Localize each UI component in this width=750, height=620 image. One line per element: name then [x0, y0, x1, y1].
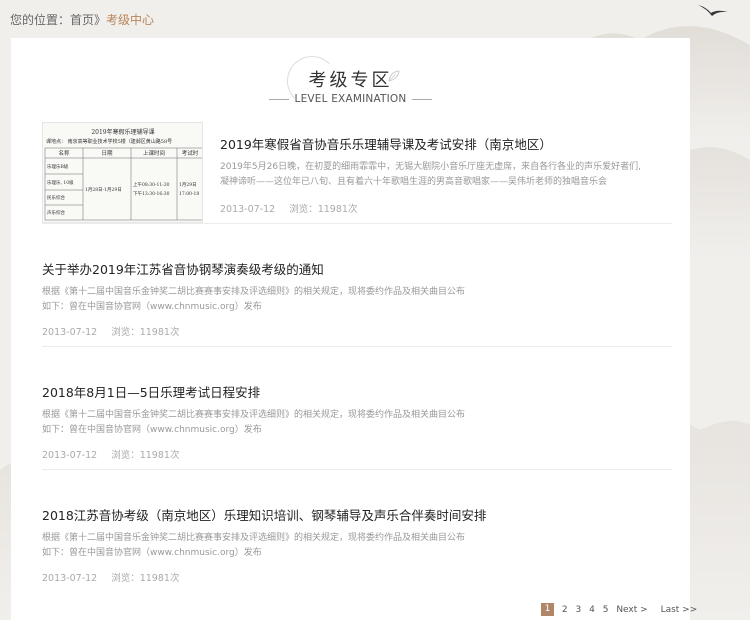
thumb-row: 民乐综合 [47, 194, 65, 201]
thumb-date-range: 1月28日-1月29日 [85, 187, 122, 193]
section-title-en: LEVEL EXAMINATION [294, 93, 407, 105]
summary-line: 如下：曾在中国音协官网（www.chnmusic.org）发布 [42, 425, 262, 435]
breadcrumb: 您的位置：首页》考级中心 [10, 11, 154, 28]
article-summary: 根据《第十二届中国音乐金钟奖二胡比赛赛事安排及评选细则》的相关规定，现将委约作品… [42, 531, 672, 561]
article-views: 浏览：11981次 [111, 327, 180, 338]
summary-line: 根据《第十二届中国音乐金钟奖二胡比赛赛事安排及评选细则》的相关规定，现将委约作品… [42, 287, 466, 297]
article-title-link[interactable]: 2018江苏音协考级（南京地区）乐理知识培训、钢琴辅导及声乐合伴奏时间安排 [42, 505, 486, 524]
page-link[interactable]: 4 [589, 605, 595, 615]
article-title-link[interactable]: 2019年寒假省音协音乐乐理辅导课及考试安排（南京地区） [220, 134, 552, 153]
article-meta: 2013-07-12 浏览：11981次 [42, 324, 179, 338]
last-page-link[interactable]: Last >> [661, 605, 698, 615]
leaf-icon [388, 70, 400, 82]
breadcrumb-current[interactable]: 考级中心 [106, 13, 154, 27]
article-title-link[interactable]: 2018年8月1日—5日乐理考试日程安排 [42, 382, 260, 401]
thumb-row: 声乐综合 [47, 209, 65, 216]
section-title: 考级专区 [308, 70, 393, 91]
thumb-row: 乐理乐, 10级 [47, 179, 74, 186]
thumb-header-exam: 考试时 [182, 149, 199, 157]
article-views: 浏览：11981次 [111, 450, 180, 461]
section-subtitle: LEVEL EXAMINATION [11, 93, 690, 105]
summary-line: 根据《第十二届中国音乐金钟奖二胡比赛赛事安排及评选细则》的相关规定，现将委约作品… [42, 410, 466, 420]
article-item[interactable]: 关于举办2019年江苏省音协钢琴演奏级考级的通知 根据《第十二届中国音乐金钟奖二… [42, 256, 672, 347]
article-views: 浏览：11981次 [289, 204, 358, 215]
summary-line: 根据《第十二届中国音乐金钟奖二胡比赛赛事安排及评选细则》的相关规定，现将委约作品… [42, 533, 466, 543]
article-date: 2013-07-12 [220, 204, 276, 215]
thumb-exam-time: 17:00-18 [179, 191, 199, 197]
subtitle-right-rule [412, 98, 433, 100]
breadcrumb-prefix: 您的位置： [10, 13, 71, 27]
article-item[interactable]: 2018江苏音协考级（南京地区）乐理知识培训、钢琴辅导及声乐合伴奏时间安排 根据… [42, 502, 672, 593]
subtitle-left-rule [268, 98, 289, 100]
article-summary: 根据《第十二届中国音乐金钟奖二胡比赛赛事安排及评选细则》的相关规定，现将委约作品… [42, 285, 672, 315]
page-link-current[interactable]: 1 [541, 603, 554, 616]
summary-line: 凝神谛听——这位年已八旬、且有着六十年歌唱生涯的男高音歌唱家——吴伟圻老师的独唱… [220, 177, 608, 187]
article-date: 2013-07-12 [42, 327, 98, 338]
thumb-venue: 课地点： 南京高等职业技术学校5楼（建邺区黄山路58号 [46, 138, 172, 145]
summary-line: 如下：曾在中国音协官网（www.chnmusic.org）发布 [42, 302, 262, 312]
content-panel: 考级专区 LEVEL EXAMINATION 2019年寒假乐理辅导课 课地点：… [11, 38, 697, 620]
article-views: 浏览：11981次 [111, 573, 180, 584]
article-item[interactable]: 2018年8月1日—5日乐理考试日程安排 根据《第十二届中国音乐金钟奖二胡比赛赛… [42, 379, 672, 470]
article-date: 2013-07-12 [42, 573, 98, 584]
article-item[interactable]: 2019年寒假乐理辅导课 课地点： 南京高等职业技术学校5楼（建邺区黄山路58号… [42, 122, 672, 224]
breadcrumb-separator: 》 [94, 13, 107, 27]
pagination: 1 2 3 4 5 Next > Last >> [541, 603, 702, 616]
thumb-header-time: 上课时间 [143, 149, 165, 157]
summary-line: 2019年5月26日晚，在初夏的细雨霏霏中，无锡大剧院小音乐厅座无虚席，来自各行… [220, 162, 641, 172]
breadcrumb-home-link[interactable]: 首页 [70, 13, 94, 27]
article-title-link[interactable]: 关于举办2019年江苏省音协钢琴演奏级考级的通知 [42, 259, 324, 278]
thumb-time-pm: 下午13:30-16:30 [133, 190, 170, 197]
article-thumbnail[interactable]: 2019年寒假乐理辅导课 课地点： 南京高等职业技术学校5楼（建邺区黄山路58号… [42, 122, 203, 223]
next-page-link[interactable]: Next > [616, 605, 647, 615]
thumb-exam-date: 1月29日 [179, 182, 197, 188]
thumb-caption: 2019年寒假乐理辅导课 [91, 128, 154, 136]
thumb-row: 乐理乐B级 [47, 163, 69, 170]
article-date: 2013-07-12 [42, 450, 98, 461]
summary-line: 如下：曾在中国音协官网（www.chnmusic.org）发布 [42, 548, 262, 558]
page-link[interactable]: 5 [603, 605, 609, 615]
thumb-header-name: 名称 [58, 149, 70, 157]
article-summary: 2019年5月26日晚，在初夏的细雨霏霏中，无锡大剧院小音乐厅座无虚席，来自各行… [220, 160, 672, 190]
page-link[interactable]: 2 [562, 605, 568, 615]
thumb-time-am: 上午08:30-11:30 [133, 181, 170, 188]
thumb-header-date: 日期 [101, 150, 113, 157]
article-meta: 2013-07-12 浏览：11981次 [42, 570, 179, 584]
bird-icon [698, 5, 728, 16]
page-link[interactable]: 3 [575, 605, 581, 615]
section-heading: 考级专区 LEVEL EXAMINATION [11, 56, 690, 116]
article-meta: 2013-07-12 浏览：11981次 [220, 201, 357, 215]
article-meta: 2013-07-12 浏览：11981次 [42, 447, 179, 461]
article-summary: 根据《第十二届中国音乐金钟奖二胡比赛赛事安排及评选细则》的相关规定，现将委约作品… [42, 408, 672, 438]
